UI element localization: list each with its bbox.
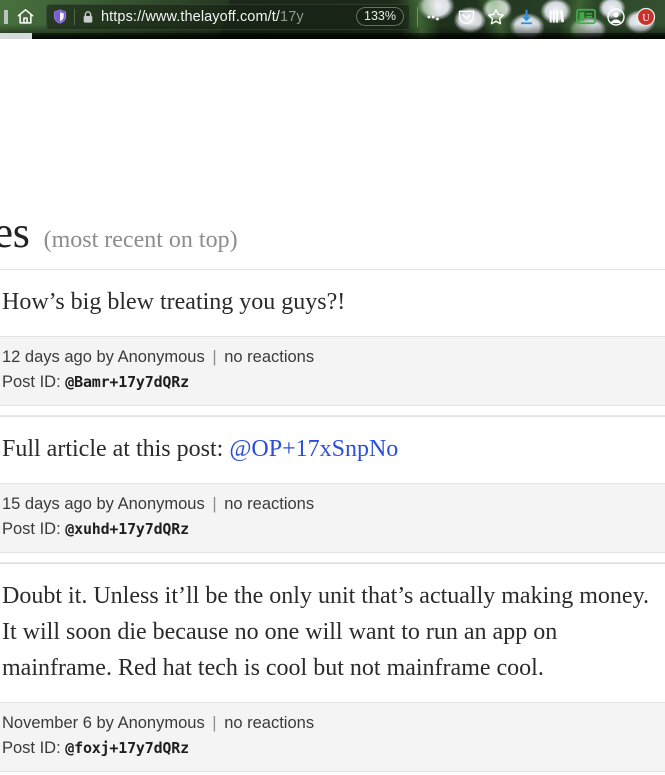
shield-icon [53,9,67,24]
pocket-button[interactable] [451,3,481,31]
post-date: 12 days ago [2,348,92,366]
downloads-button[interactable] [511,3,541,31]
padlock-icon [83,10,93,23]
url-dimmed-part: 17y [280,8,304,25]
post-id-value[interactable]: @foxj+17y7dQRz [65,739,189,757]
page-top-whitespace [0,39,665,207]
site-identity-button[interactable] [75,9,101,25]
toolbar-separator [417,6,418,27]
post-item: Doubt it. Unless it’ll be the only unit … [0,563,665,772]
post-meta-line: 15 days ago by Anonymous | no reactions [2,492,663,516]
page-viewport: plies (most recent on top) How’s big ble… [0,39,665,775]
replies-heading: plies (most recent on top) [0,207,665,269]
ublock-origin-button[interactable]: U [631,3,661,31]
zoom-level-badge[interactable]: 133% [356,7,404,26]
toolbar-right-icons: U [416,3,661,31]
sidebar-icon [576,8,596,25]
meta-separator: | [212,495,217,513]
post-divider [0,406,665,416]
post-date: November 6 [2,714,92,732]
page-title: plies [0,208,30,257]
post-body: Doubt it. Unless it’ll be the only unit … [0,563,665,702]
post-body-text: Full article at this post: [2,436,230,462]
post-author: by Anonymous [96,495,205,513]
post-id-line: Post ID: @xuhd+17y7dQRz [2,516,663,542]
meta-separator: | [212,714,217,732]
post-reactions[interactable]: no reactions [224,495,314,513]
downloads-icon [520,9,532,24]
svg-text:U: U [642,12,650,23]
address-bar[interactable]: https://www.thelayoff.com/t/17y 133% [46,3,410,30]
post-id-line: Post ID: @Bamr+17y7dQRz [2,369,663,395]
page-subtitle: (most recent on top) [43,227,238,253]
post-item: How’s big blew treating you guys?! 12 da… [0,269,665,406]
bookmark-button[interactable] [481,3,511,31]
browser-chrome: https://www.thelayoff.com/t/17y 133% U [0,0,665,39]
window-edge-sliver [4,9,8,24]
url-text[interactable]: https://www.thelayoff.com/t/17y [101,9,352,25]
post-body: How’s big blew treating you guys?! [0,269,665,336]
post-date: 15 days ago [2,495,92,513]
post-id-line: Post ID: @foxj+17y7dQRz [2,735,663,761]
library-button[interactable] [541,3,571,31]
page-content: plies (most recent on top) How’s big ble… [0,39,665,772]
account-icon [607,7,625,26]
post-reactions[interactable]: no reactions [224,714,314,732]
post-id-label: Post ID: [2,739,61,757]
bookmark-star-icon [488,8,504,24]
tracking-protection-button[interactable] [46,8,74,25]
post-item: Full article at this post: @OP+17xSnpNo … [0,416,665,553]
post-body-text: How’s big blew treating you guys?! [2,289,346,315]
chrome-bottom-shadow [0,33,665,39]
post-meta: 12 days ago by Anonymous | no reactions … [0,336,665,406]
account-button[interactable] [601,3,631,31]
post-reactions[interactable]: no reactions [224,348,314,366]
ublock-origin-icon: U [636,7,656,26]
post-body: Full article at this post: @OP+17xSnpNo [0,416,665,483]
post-meta: November 6 by Anonymous | no reactions P… [0,702,665,772]
post-author: by Anonymous [96,714,205,732]
post-divider [0,553,665,563]
home-button[interactable] [10,3,40,31]
page-actions-button[interactable] [421,3,451,31]
meta-separator: | [212,348,217,366]
post-meta-line: 12 days ago by Anonymous | no reactions [2,345,663,369]
home-icon [17,9,33,24]
post-author: by Anonymous [96,348,205,366]
post-id-label: Post ID: [2,373,61,391]
post-meta-line: November 6 by Anonymous | no reactions [2,711,663,735]
post-meta: 15 days ago by Anonymous | no reactions … [0,483,665,553]
pocket-icon [458,10,474,24]
tab-strip-sliver[interactable] [0,33,32,39]
post-body-text: Doubt it. Unless it’ll be the only unit … [2,583,650,681]
url-visible-part: https://www.thelayoff.com/t/ [101,8,281,25]
post-id-value[interactable]: @Bamr+17y7dQRz [65,373,189,391]
post-id-value[interactable]: @xuhd+17y7dQRz [65,520,189,538]
post-link[interactable]: @OP+17xSnpNo [229,436,398,462]
library-icon [549,10,564,23]
post-id-label: Post ID: [2,520,61,538]
page-actions-icon [427,15,439,20]
sidebar-button[interactable] [571,3,601,31]
